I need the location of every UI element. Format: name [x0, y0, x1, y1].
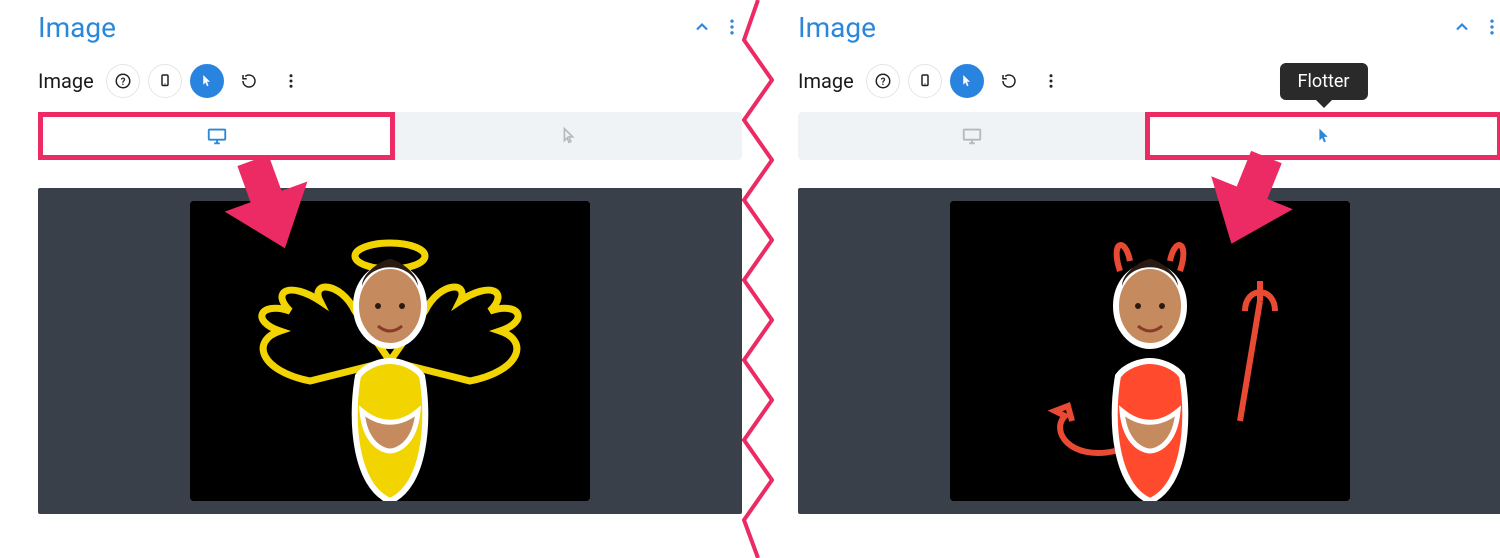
svg-text:?: ? [120, 77, 125, 88]
hover-tooltip: Flotter [1279, 63, 1367, 100]
hover-toggle-button[interactable] [950, 64, 984, 98]
chevron-up-icon[interactable] [1452, 17, 1472, 37]
module-header[interactable]: Image [790, 6, 1500, 60]
help-button[interactable]: ? [866, 64, 900, 98]
module-header[interactable]: Image [30, 6, 750, 60]
image-thumbnail[interactable] [950, 201, 1350, 501]
image-module-panel-right: Image Image ? Flotter [790, 0, 1500, 558]
reset-button[interactable] [232, 64, 266, 98]
setting-label: Image [798, 69, 854, 93]
more-icon[interactable] [722, 17, 742, 37]
image-setting-toolbar: Image ? [790, 60, 1500, 112]
help-button[interactable]: ? [106, 64, 140, 98]
module-title: Image [38, 11, 692, 44]
chevron-up-icon[interactable] [692, 17, 712, 37]
tab-desktop[interactable] [38, 112, 395, 160]
hover-cursor-icon [558, 125, 580, 147]
hover-cursor-icon [1313, 125, 1335, 147]
state-tabs [38, 112, 742, 160]
image-preview-area [38, 188, 742, 514]
module-title: Image [798, 11, 1452, 44]
setting-more-button[interactable] [274, 64, 308, 98]
responsive-button[interactable] [908, 64, 942, 98]
reset-button[interactable] [992, 64, 1026, 98]
more-icon[interactable] [1482, 17, 1500, 37]
state-tabs: Flotter [798, 112, 1500, 160]
desktop-icon [206, 125, 228, 147]
setting-more-button[interactable] [1034, 64, 1068, 98]
responsive-button[interactable] [148, 64, 182, 98]
setting-label: Image [38, 69, 94, 93]
svg-text:?: ? [880, 77, 885, 88]
tab-hover[interactable]: Flotter [1145, 112, 1500, 160]
tab-desktop[interactable] [798, 112, 1145, 160]
desktop-icon [961, 125, 983, 147]
image-thumbnail[interactable] [190, 201, 590, 501]
tab-hover[interactable] [395, 112, 742, 160]
image-preview-area [798, 188, 1500, 514]
image-module-panel-left: Image Image ? [30, 0, 750, 558]
image-setting-toolbar: Image ? [30, 60, 750, 112]
hover-toggle-button[interactable] [190, 64, 224, 98]
